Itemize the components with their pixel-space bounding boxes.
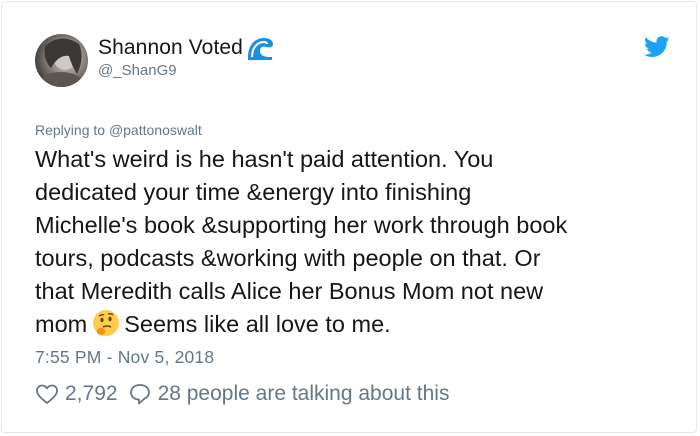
tweet-text-line: What's weird is he hasn't paid attention…	[35, 146, 494, 172]
reply-to-handle-link[interactable]: @pattonoswalt	[109, 122, 202, 138]
tweet-text-fragment: mom	[35, 311, 88, 337]
author-handle[interactable]: @_ShanG9	[98, 62, 177, 79]
tweet-timestamp[interactable]: 7:55 PM - Nov 5, 2018	[35, 347, 214, 368]
tweet-text-line: Michelle's book &supporting her work thr…	[35, 212, 568, 238]
speech-bubble-icon[interactable]	[128, 382, 152, 406]
tweet-text-line: dedicated your time &energy into finishi…	[35, 179, 472, 205]
tweet-text-line: tours, podcasts &working with people on …	[35, 245, 541, 271]
tweet-text: What's weird is he hasn't paid attention…	[35, 143, 675, 341]
tweet-card: Shannon Voted @_ShanG9 Replying to @patt…	[1, 1, 697, 433]
tweet-text-last-line: mom Seems like all love to me.	[35, 308, 675, 341]
tweet-text-fragment: Seems like all love to me.	[124, 311, 391, 337]
tweet-text-line: that Meredith calls Alice her Bonus Mom …	[35, 278, 544, 304]
tweet-actions: 2,792 28 people are talking about this	[35, 382, 449, 406]
replying-to: Replying to @pattonoswalt	[35, 122, 202, 138]
avatar[interactable]	[35, 34, 88, 87]
talking-about-link[interactable]: 28 people are talking about this	[158, 382, 450, 406]
twitter-bird-icon[interactable]	[644, 36, 670, 58]
thinking-face-icon	[93, 310, 120, 336]
like-count[interactable]: 2,792	[65, 382, 118, 406]
author-display-name[interactable]: Shannon Voted	[98, 36, 243, 60]
author-name-row[interactable]: Shannon Voted	[98, 35, 275, 61]
heart-icon[interactable]	[35, 382, 59, 406]
water-wave-icon	[247, 38, 273, 60]
reply-prefix: Replying to	[35, 122, 106, 138]
